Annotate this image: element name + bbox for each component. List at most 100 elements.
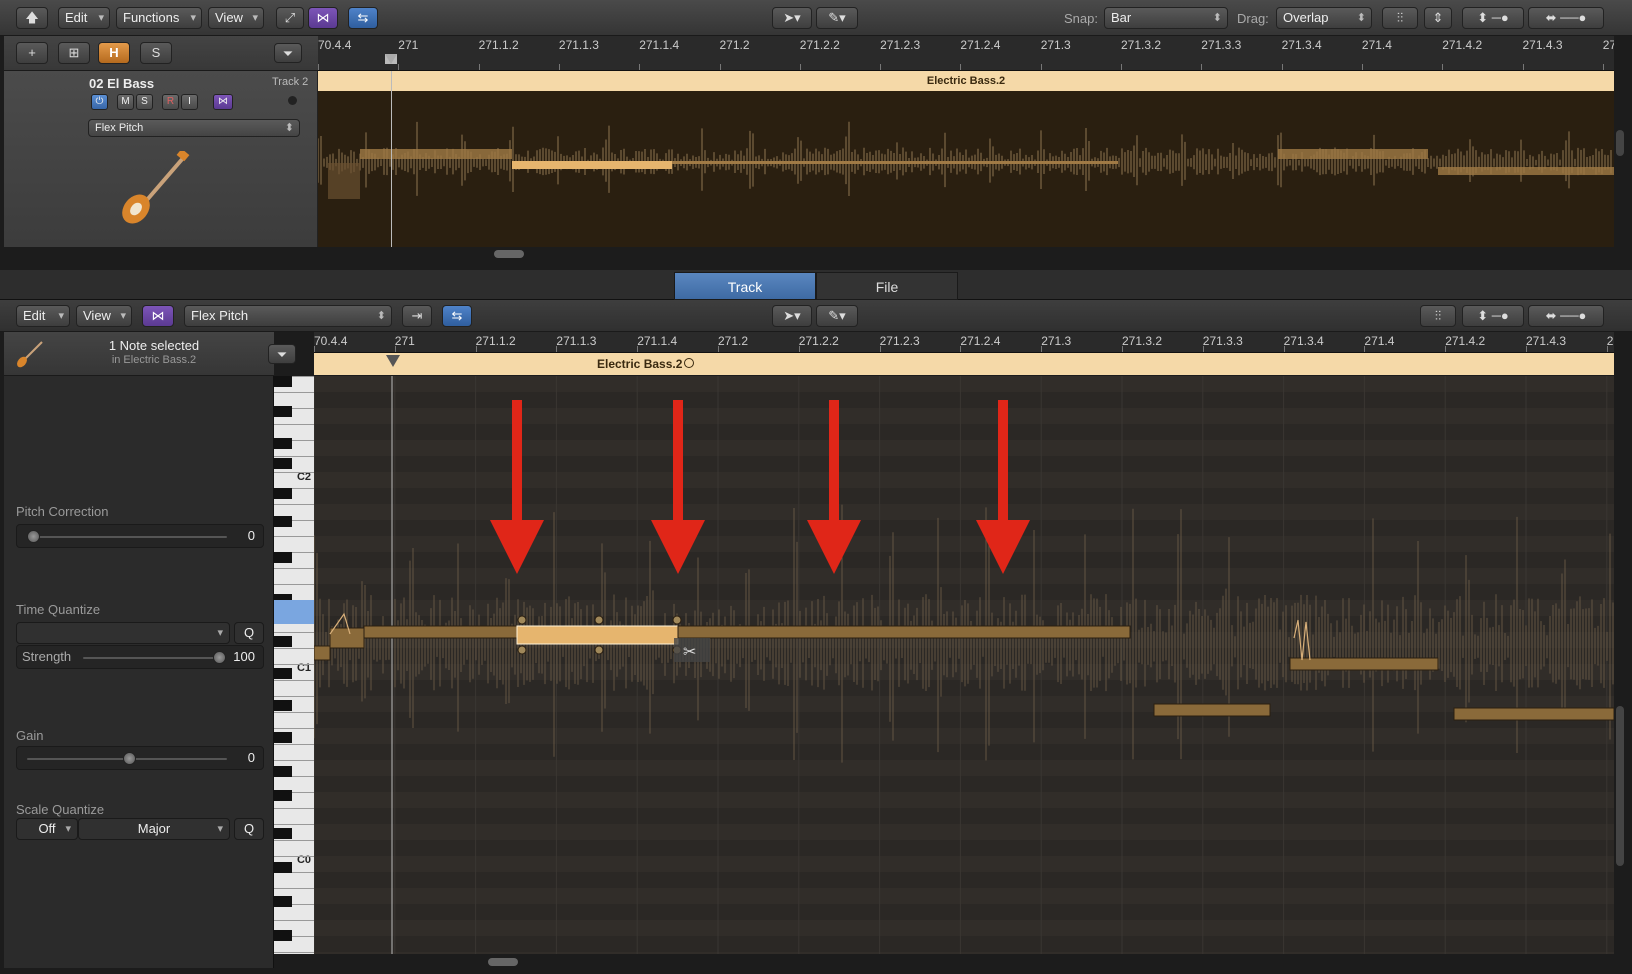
editor-pointer-tool-menu[interactable]: ➤▾ xyxy=(772,305,812,327)
black-key[interactable] xyxy=(274,700,292,711)
time-quantize-select[interactable] xyxy=(16,622,230,644)
record-enable-button[interactable]: R xyxy=(162,94,179,110)
hide-button[interactable]: H xyxy=(98,42,130,64)
horizontal-scrollbar-editor[interactable] xyxy=(488,958,518,966)
tab-file[interactable]: File xyxy=(816,272,958,300)
white-key-divider xyxy=(274,632,314,633)
region-loop-icon[interactable] xyxy=(684,358,694,368)
black-key[interactable] xyxy=(274,766,292,777)
editor-catch-button[interactable]: ⇆ xyxy=(442,305,472,327)
scale-quantize-off-select[interactable]: Off xyxy=(16,818,78,840)
secondary-tool-menu[interactable]: ✎▾ xyxy=(816,7,858,29)
black-key[interactable] xyxy=(274,732,292,743)
black-key[interactable] xyxy=(274,488,292,499)
flex-mode-select[interactable]: Flex Pitch xyxy=(88,119,300,137)
black-key[interactable] xyxy=(274,636,292,647)
pitch-note[interactable] xyxy=(314,645,331,661)
black-key[interactable] xyxy=(274,516,292,527)
view-menu[interactable]: View xyxy=(208,7,264,29)
slider-knob[interactable] xyxy=(213,651,226,664)
black-key[interactable] xyxy=(274,552,292,563)
catch-button[interactable]: ⇆ xyxy=(348,7,378,29)
pitch-note[interactable] xyxy=(363,625,518,639)
inspector-options-button[interactable]: ⏷ xyxy=(268,344,296,364)
audio-region-top[interactable]: Electric Bass.2 xyxy=(318,71,1614,247)
add-track-button[interactable]: + xyxy=(16,42,48,64)
editor-vertical-zoom-slider[interactable]: ⬍ ─● xyxy=(1462,305,1524,327)
track-header[interactable]: 02 El Bass Track 2 ⏻ M S R I ⋈ Flex Pitc… xyxy=(4,71,318,247)
white-key-divider xyxy=(274,920,314,921)
pitch-note[interactable] xyxy=(1153,703,1271,717)
slider-knob[interactable] xyxy=(27,530,40,543)
editor-region-header[interactable]: Electric Bass.2 xyxy=(314,353,1614,375)
tab-track[interactable]: Track xyxy=(674,272,816,300)
black-key[interactable] xyxy=(274,896,292,907)
track-name[interactable]: 02 El Bass xyxy=(89,76,154,91)
waveform-zoom-button[interactable]: ⫶⫶ xyxy=(1382,7,1418,29)
ruler-tick-label: 271.3.3 xyxy=(1202,334,1243,348)
vertical-scrollbar-editor[interactable] xyxy=(1616,706,1624,866)
ruler-tick xyxy=(1281,64,1283,70)
flex-button[interactable]: ⋈ xyxy=(308,7,338,29)
up-arrow-icon: 🡅 xyxy=(25,10,39,25)
solo-global-button[interactable]: S xyxy=(140,42,172,64)
white-key-divider xyxy=(274,760,314,761)
editor-waveform-zoom-button[interactable]: ⫶⫶ xyxy=(1420,305,1456,327)
black-key[interactable] xyxy=(274,930,292,941)
black-key[interactable] xyxy=(274,438,292,449)
pitch-note[interactable] xyxy=(329,627,365,649)
editor-horizontal-zoom-slider[interactable]: ⬌ ──● xyxy=(1528,305,1604,327)
edit-menu[interactable]: Edit xyxy=(58,7,110,29)
automation-button[interactable]: ⤢ xyxy=(276,7,304,29)
timeline-ruler-top[interactable]: 70.4.4 271 271.1.2 271.1.3 271.1.4 271.2 271.2… xyxy=(318,36,1614,71)
horizontal-zoom-slider[interactable]: ⬌ ──● xyxy=(1528,7,1604,29)
vertical-zoom-slider[interactable]: ⬍ ─● xyxy=(1462,7,1524,29)
input-monitor-button[interactable]: I xyxy=(181,94,198,110)
editor-flex-mode-select[interactable]: Flex Pitch xyxy=(184,305,392,327)
black-key[interactable] xyxy=(274,790,292,801)
black-key[interactable] xyxy=(274,406,292,417)
flex-pitch-editor[interactable]: ✂ xyxy=(314,376,1614,954)
slider-knob[interactable] xyxy=(123,752,136,765)
playhead-marker-top[interactable] xyxy=(385,54,397,64)
drag-select[interactable]: Overlap xyxy=(1276,7,1372,29)
tracks-options-button[interactable]: ⏷ xyxy=(274,43,302,63)
scale-quantize-q-button[interactable]: Q xyxy=(234,818,264,840)
track-power-button[interactable]: ⏻ xyxy=(91,94,108,110)
editor-secondary-tool-menu[interactable]: ✎▾ xyxy=(816,305,858,327)
scale-quantize-key-select[interactable]: Major xyxy=(78,818,230,840)
black-key[interactable] xyxy=(274,668,292,679)
track-flex-button[interactable]: ⋈ xyxy=(213,94,233,110)
black-key[interactable] xyxy=(274,862,292,873)
pointer-tool-menu[interactable]: ➤▾ xyxy=(772,7,812,29)
editor-edit-menu[interactable]: Edit xyxy=(16,305,70,327)
black-key[interactable] xyxy=(274,458,292,469)
playhead-marker-bottom[interactable] xyxy=(386,355,400,367)
gain-slider[interactable]: 0 xyxy=(16,746,264,770)
timeline-ruler-bottom[interactable]: 70.4.4 271 271.1.2 271.1.3 271.1.4 271.2 271.2… xyxy=(314,332,1614,353)
pitch-note-selected[interactable] xyxy=(516,625,679,645)
pitch-correction-slider[interactable]: 0 xyxy=(16,524,264,548)
pitch-note[interactable] xyxy=(1453,707,1614,721)
time-quantize-q-button[interactable]: Q xyxy=(234,622,264,644)
piano-keyboard[interactable]: C2 C1 C0 xyxy=(274,376,314,954)
black-key[interactable] xyxy=(274,376,292,387)
midi-in-button[interactable]: ⇥ xyxy=(402,305,432,327)
highlighted-key[interactable] xyxy=(274,600,314,624)
editor-flex-button[interactable]: ⋈ xyxy=(142,305,174,327)
vertical-scrollbar-top[interactable] xyxy=(1616,130,1624,156)
black-key[interactable] xyxy=(274,828,292,839)
playhead-top[interactable] xyxy=(391,71,392,247)
horizontal-scrollbar-top[interactable] xyxy=(494,250,524,258)
mute-button[interactable]: M xyxy=(117,94,134,110)
pitch-note[interactable] xyxy=(677,625,1131,639)
pitch-note[interactable] xyxy=(1289,657,1439,671)
solo-button[interactable]: S xyxy=(136,94,153,110)
up-arrow-button[interactable]: 🡅 xyxy=(16,7,48,29)
editor-view-menu[interactable]: View xyxy=(76,305,132,327)
snap-select[interactable]: Bar xyxy=(1104,7,1228,29)
new-folder-button[interactable]: ⊞ xyxy=(58,42,90,64)
fit-vertical-button[interactable]: ⇕ xyxy=(1424,7,1452,29)
functions-menu[interactable]: Functions xyxy=(116,7,202,29)
strength-slider[interactable]: Strength 100 xyxy=(16,645,264,669)
